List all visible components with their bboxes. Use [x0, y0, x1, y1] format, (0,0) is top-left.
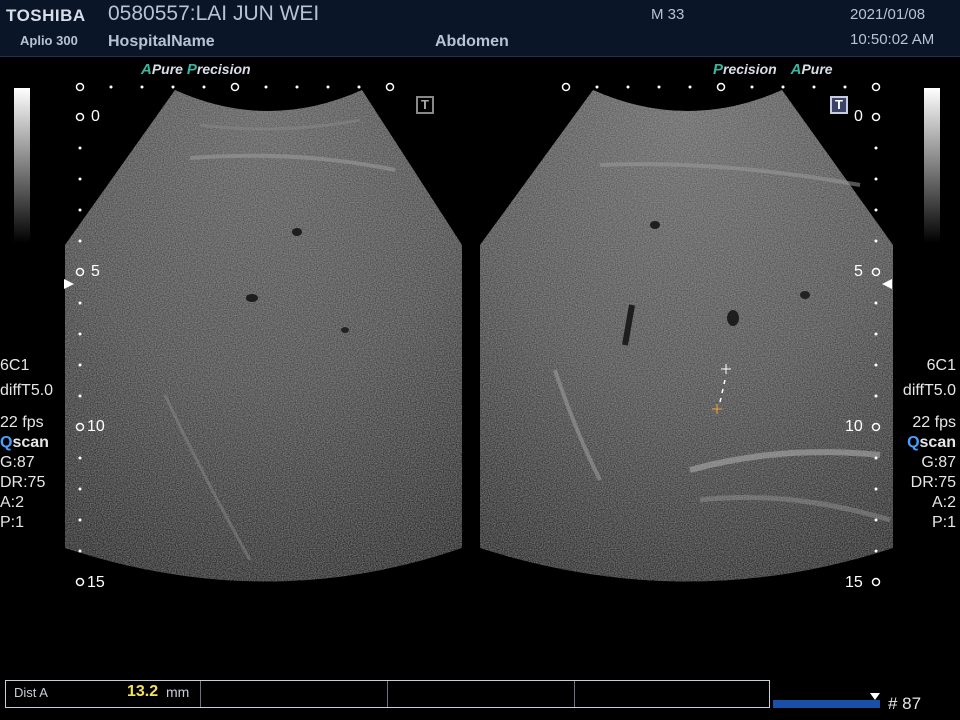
p-label: P:1 [0, 514, 25, 531]
grayscale-bar-right [924, 88, 940, 243]
t-marker-left[interactable]: T [416, 96, 434, 114]
probe-label: 6C1 [0, 357, 30, 374]
measurement-cell-dist-a[interactable]: Dist A 13.2 mm [6, 681, 201, 707]
top-scale-left [75, 82, 395, 92]
depth-label-5-right: 5 [854, 263, 863, 280]
ultrasound-image [64, 82, 893, 587]
measurement-unit: mm [166, 684, 190, 700]
depth-label-10-left: 10 [87, 418, 105, 435]
dr-label: DR:75 [0, 474, 46, 491]
depth-label-15-left: 15 [87, 574, 105, 591]
depth-label-5-left: 5 [91, 263, 100, 280]
depth-label-15-right: 15 [845, 574, 863, 591]
measurement-value: 13.2 [127, 683, 159, 700]
depth-label-0-right: 0 [854, 108, 863, 125]
depth-label-0-left: 0 [91, 108, 100, 125]
cine-frame-number: # 87 [888, 694, 922, 713]
imaging-params-right: 6C1 diffT5.0 22 fps Qscan G:87 DR:75 A:2… [903, 356, 956, 533]
measurement-label: Dist A [14, 685, 48, 700]
fps-label: 22 fps [912, 414, 956, 431]
grayscale-bar-left [14, 88, 30, 243]
t-marker-right[interactable]: T [830, 96, 848, 114]
gain-label: G:87 [0, 454, 35, 471]
left-scan-sector [65, 90, 462, 582]
top-scale-right [561, 82, 881, 92]
measurement-cell-empty[interactable] [201, 681, 388, 707]
fps-label: 22 fps [0, 414, 44, 431]
a-label: A:2 [931, 494, 956, 511]
qscan-label: Qscan [907, 434, 956, 451]
measurement-table: Dist A 13.2 mm [5, 680, 770, 708]
processing-tags-left: APure Precision [141, 61, 251, 78]
cine-position-marker[interactable] [870, 693, 880, 700]
measurement-cell-empty[interactable] [575, 681, 769, 707]
p-label: P:1 [931, 514, 956, 531]
cine-progress-bar[interactable] [773, 700, 880, 708]
gain-label: G:87 [921, 454, 956, 471]
mode-label: diffT5.0 [902, 382, 956, 399]
qscan-label: Qscan [0, 434, 49, 451]
right-scan-sector [480, 90, 893, 582]
measurement-cell-empty[interactable] [388, 681, 575, 707]
dr-label: DR:75 [910, 474, 956, 491]
processing-tags-right: Precision APure [713, 61, 833, 78]
a-label: A:2 [0, 494, 25, 511]
depth-label-10-right: 10 [845, 418, 863, 435]
mode-label: diffT5.0 [0, 382, 54, 399]
probe-label: 6C1 [926, 357, 956, 374]
imaging-params-left: 6C1 diffT5.0 22 fps Qscan G:87 DR:75 A:2… [0, 356, 53, 533]
